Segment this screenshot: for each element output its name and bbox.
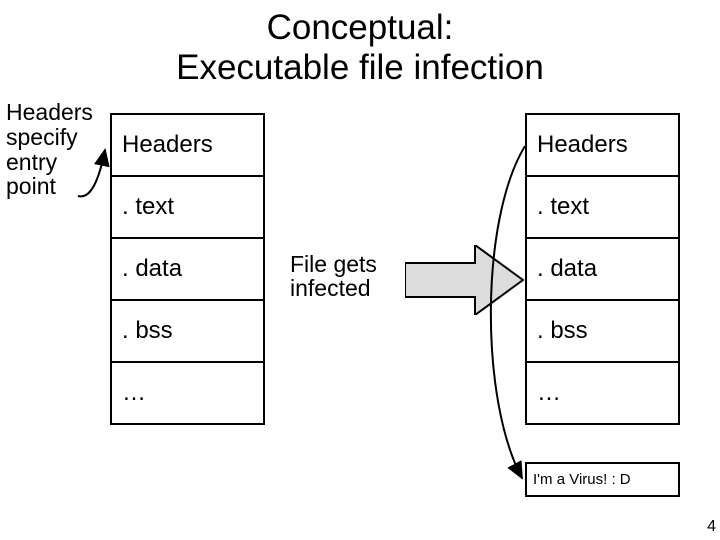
- big-arrow-icon: [405, 245, 525, 315]
- right-ellipsis-cell: …: [527, 363, 678, 423]
- left-ellipsis-cell: …: [112, 363, 263, 423]
- right-data-cell: . data: [527, 239, 678, 301]
- left-data-cell: . data: [112, 239, 263, 301]
- right-headers-cell: Headers: [527, 115, 678, 177]
- left-text-cell: . text: [112, 177, 263, 239]
- slide-title: Conceptual: Executable file infection: [0, 8, 720, 89]
- entry-point-annotation: Headers specify entry point: [6, 100, 102, 199]
- left-file-sections: Headers . text . data . bss …: [110, 113, 265, 425]
- arrow-label: File gets infected: [290, 252, 400, 300]
- title-line-1: Conceptual:: [267, 8, 454, 47]
- right-text-cell: . text: [527, 177, 678, 239]
- left-headers-cell: Headers: [112, 115, 263, 177]
- left-bss-cell: . bss: [112, 301, 263, 363]
- virus-cell: I'm a Virus! : D: [525, 462, 680, 497]
- right-file-sections: Headers . text . data . bss …: [525, 113, 680, 425]
- title-line-2: Executable file infection: [176, 48, 544, 87]
- right-bss-cell: . bss: [527, 301, 678, 363]
- page-number: 4: [707, 518, 716, 536]
